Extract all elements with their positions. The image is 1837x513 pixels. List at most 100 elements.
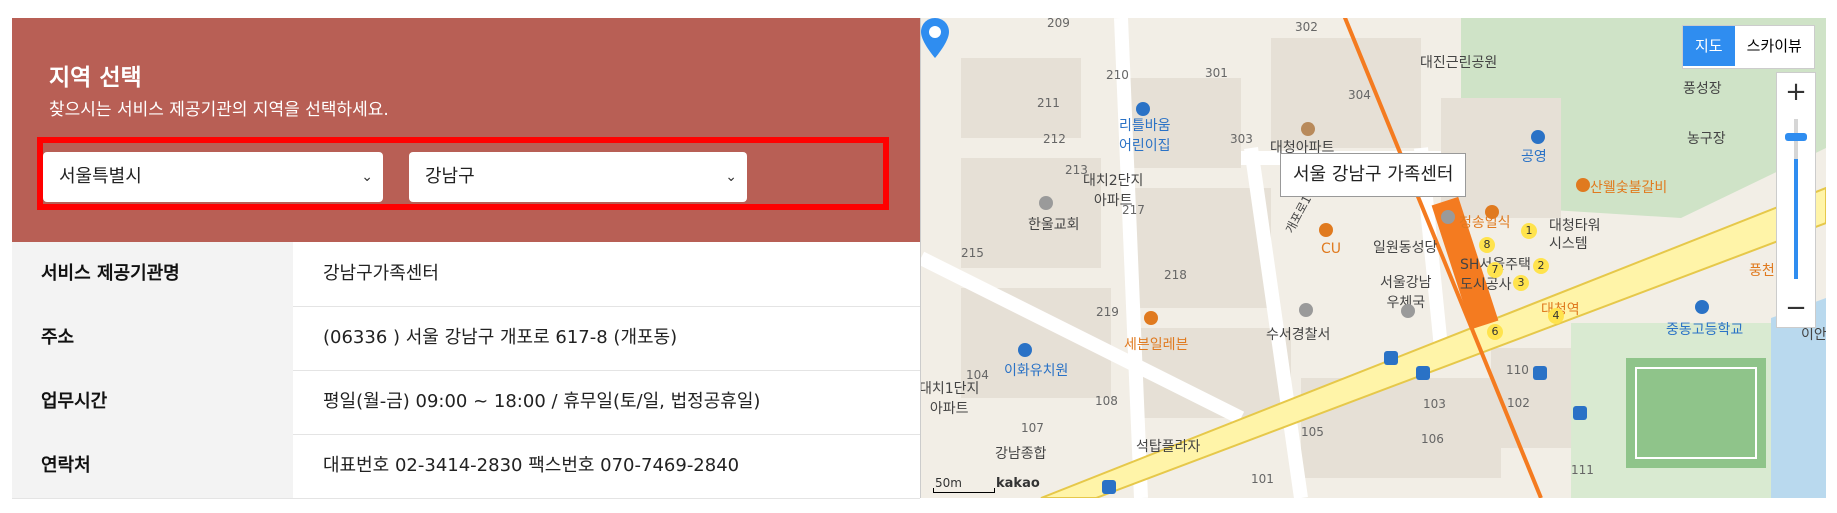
map-building-number: 110 <box>1506 363 1529 377</box>
info-key: 연락처 <box>12 434 293 498</box>
apartment-icon <box>1301 122 1315 136</box>
district-select[interactable]: 강남구 ⌄ <box>409 152 747 202</box>
map-label-building[interactable]: 석탑플라자 <box>1136 436 1200 456</box>
map-building-number: 101 <box>1251 472 1274 486</box>
map-building-number: 211 <box>1037 96 1060 110</box>
subway-exit-marker[interactable]: 6 <box>1487 324 1503 340</box>
map-label-kindergarten[interactable]: 리틀바움 어린이집 <box>1119 115 1171 155</box>
parking-icon <box>1531 130 1545 144</box>
info-value: 강남구가족센터 <box>323 263 439 284</box>
region-subtitle: 찾으시는 서비스 제공기관의 지역을 선택하세요. <box>49 100 389 120</box>
map-building-number: 103 <box>1423 397 1446 411</box>
post-office-icon <box>1401 304 1415 318</box>
restaurant-icon <box>1485 205 1499 219</box>
restaurant-icon <box>1576 178 1590 192</box>
map-attribution: kakao <box>996 476 1040 491</box>
zoom-control: + − <box>1776 72 1816 328</box>
zoom-in-button[interactable]: + <box>1777 73 1815 111</box>
info-key: 업무시간 <box>12 370 293 434</box>
info-key: 주소 <box>12 306 293 370</box>
zoom-out-button[interactable]: − <box>1777 289 1815 327</box>
map-tooltip: 서울 강남구 가족센터 <box>1280 153 1467 197</box>
map-label-building[interactable]: 대청타워 <box>1549 215 1601 235</box>
info-row-address: 주소 (06336 ) 서울 강남구 개포로 617-8 (개포동) <box>12 306 920 371</box>
subway-exit-marker[interactable]: 2 <box>1533 258 1549 274</box>
city-select[interactable]: 서울특별시 ⌄ <box>43 152 383 202</box>
info-row-name: 서비스 제공기관명 강남구가족센터 <box>12 242 920 307</box>
map-building-number: 111 <box>1571 463 1594 477</box>
map-building-number: 209 <box>1047 18 1070 30</box>
map-building-number: 212 <box>1043 132 1066 146</box>
map-scale-bar <box>933 488 995 493</box>
region-title: 지역 선택 <box>49 65 142 91</box>
kindergarten-icon <box>1018 343 1032 357</box>
subway-exit-marker[interactable]: 7 <box>1487 262 1503 278</box>
map-building-number: 215 <box>961 246 984 260</box>
map-type-map-button[interactable]: 지도 <box>1683 26 1735 66</box>
map-label-school[interactable]: 중동고등학교 <box>1666 319 1743 339</box>
map-building-number: 107 <box>1021 421 1044 435</box>
kindergarten-icon <box>1136 102 1150 116</box>
map-type-toggle: 지도 스카이뷰 <box>1682 25 1815 69</box>
police-icon <box>1299 303 1313 317</box>
map-label-cathedral[interactable]: 일원동성당 <box>1373 237 1437 257</box>
subway-exit-marker[interactable]: 1 <box>1521 223 1537 239</box>
map-building-number: 302 <box>1295 20 1318 34</box>
map-label-place[interactable]: 풍천 <box>1749 260 1775 280</box>
zoom-level-fill <box>1794 159 1798 279</box>
map-building-number: 303 <box>1230 132 1253 146</box>
cathedral-icon <box>1441 210 1455 224</box>
subway-exit-marker[interactable]: 3 <box>1513 275 1529 291</box>
map-pin-icon[interactable] <box>921 18 949 58</box>
subway-exit-marker[interactable]: 8 <box>1479 237 1495 253</box>
district-select-value: 강남구 <box>425 166 475 187</box>
chevron-down-icon: ⌄ <box>361 169 373 185</box>
map-label-police[interactable]: 수서경찰서 <box>1266 324 1330 344</box>
map-building-number: 219 <box>1096 305 1119 319</box>
bus-stop-icon <box>1416 366 1430 380</box>
info-value: (06336 ) 서울 강남구 개포로 617-8 (개포동) <box>323 327 678 348</box>
map-label-store[interactable]: CU <box>1321 241 1341 257</box>
map-label-building[interactable]: 강남종합 <box>995 443 1047 463</box>
map-view[interactable]: 209 302 210 301 304 211 303 212 213 217 … <box>920 18 1826 498</box>
map-label-restaurant[interactable]: 산웰숯불갈비 <box>1590 177 1667 197</box>
left-panel: 지역 선택 찾으시는 서비스 제공기관의 지역을 선택하세요. 서울특별시 ⌄ … <box>12 18 920 499</box>
map-label-court[interactable]: 농구장 <box>1687 128 1726 148</box>
bus-stop-icon <box>1573 406 1587 420</box>
bus-stop-icon <box>1533 366 1547 380</box>
info-row-contact: 연락처 대표번호 02-3414-2830 팩스번호 070-7469-2840 <box>12 434 920 499</box>
info-value: 대표번호 02-3414-2830 팩스번호 070-7469-2840 <box>323 455 740 476</box>
map-building-number: 106 <box>1421 432 1444 446</box>
church-icon <box>1039 196 1053 210</box>
city-select-value: 서울특별시 <box>59 166 142 187</box>
map-label-apartment[interactable]: 대치2단지 아파트 <box>1083 170 1143 210</box>
subway-exit-marker[interactable]: 4 <box>1548 308 1564 324</box>
map-building-number: 210 <box>1106 68 1129 82</box>
map-label-apartment[interactable]: 대치1단지 아파트 <box>921 378 979 418</box>
map-building-number: 102 <box>1507 396 1530 410</box>
region-select-panel: 지역 선택 찾으시는 서비스 제공기관의 지역을 선택하세요. 서울특별시 ⌄ … <box>12 18 920 242</box>
map-building-number: 304 <box>1348 88 1371 102</box>
map-label-building[interactable]: 시스템 <box>1549 233 1588 253</box>
map-label-court[interactable]: 풍성장 <box>1683 78 1722 98</box>
map-building-number: 108 <box>1095 394 1118 408</box>
info-value: 평일(월-금) 09:00 ~ 18:00 / 휴무일(토/일, 법정공휴일) <box>323 391 761 412</box>
map-type-skyview-button[interactable]: 스카이뷰 <box>1735 26 1814 66</box>
zoom-slider-handle[interactable] <box>1785 133 1807 141</box>
bus-stop-icon <box>1384 351 1398 365</box>
map-label-kindergarten[interactable]: 이화유치원 <box>1004 360 1068 380</box>
info-key: 서비스 제공기관명 <box>12 242 293 306</box>
map-building-number: 218 <box>1164 268 1187 282</box>
map-label-park[interactable]: 대진근린공원 <box>1420 52 1497 72</box>
info-row-hours: 업무시간 평일(월-금) 09:00 ~ 18:00 / 휴무일(토/일, 법정… <box>12 370 920 435</box>
store-icon <box>1144 311 1158 325</box>
school-icon <box>1695 300 1709 314</box>
chevron-down-icon: ⌄ <box>725 169 737 185</box>
map-label-store[interactable]: 세븐일레븐 <box>1124 334 1188 354</box>
store-icon <box>1319 223 1333 237</box>
bus-stop-icon <box>1102 480 1116 494</box>
map-label-parking[interactable]: 공영 <box>1521 146 1547 166</box>
map-building-number: 105 <box>1301 425 1324 439</box>
map-building-number: 301 <box>1205 66 1228 80</box>
map-label-church[interactable]: 한울교회 <box>1028 214 1080 234</box>
